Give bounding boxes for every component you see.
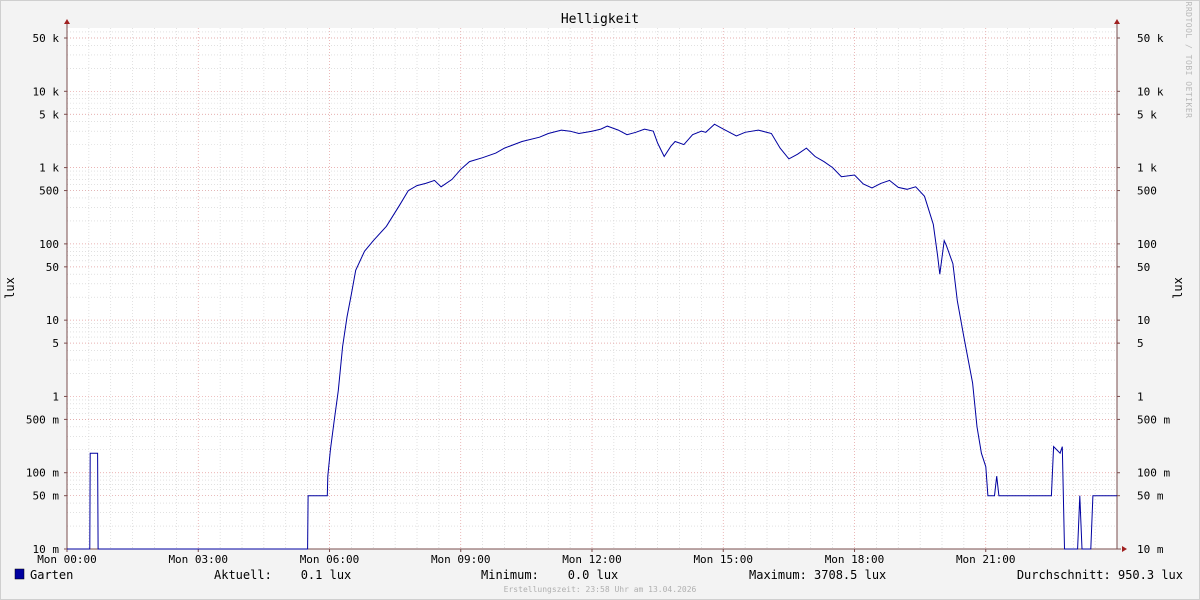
x-tick-label: Mon 06:00 bbox=[300, 553, 360, 566]
x-tick-label: Mon 21:00 bbox=[956, 553, 1016, 566]
y-axis-label-left: lux bbox=[3, 277, 17, 299]
y-tick-label-right: 1 bbox=[1137, 390, 1144, 403]
y-tick-label-right: 10 bbox=[1137, 314, 1150, 327]
legend-series-name: Garten bbox=[30, 568, 73, 582]
y-tick-label-right: 50 k bbox=[1137, 32, 1164, 45]
creation-time: Erstellungszeit: 23:58 Uhr am 13.04.2026 bbox=[504, 585, 697, 594]
legend-minimum: Minimum: 0.0 lux bbox=[481, 568, 618, 582]
legend-swatch bbox=[14, 568, 25, 580]
y-tick-label-left: 500 bbox=[39, 185, 59, 198]
y-tick-label-left: 1 k bbox=[39, 162, 59, 175]
y-tick-label-left: 1 bbox=[52, 390, 59, 403]
y-tick-label-right: 50 bbox=[1137, 261, 1150, 274]
legend-maximum: Maximum: 3708.5 lux bbox=[749, 568, 886, 582]
y-tick-label-left: 5 k bbox=[39, 108, 59, 121]
y-tick-label-left: 10 bbox=[46, 314, 59, 327]
y-tick-label-right: 100 bbox=[1137, 238, 1157, 251]
y-tick-label-right: 500 m bbox=[1137, 413, 1170, 426]
y-tick-label-left: 100 bbox=[39, 238, 59, 251]
brightness-chart: 50 k 50 k 10 k 10 k 5 k 5 k 1 k 1 k 500 500 100 100… bbox=[0, 0, 1200, 600]
y-tick-label-right: 100 m bbox=[1137, 467, 1170, 480]
y-tick-label-right: 5 k bbox=[1137, 108, 1157, 121]
x-tick-label: Mon 15:00 bbox=[693, 553, 753, 566]
y-tick-label-right: 10 k bbox=[1137, 85, 1164, 98]
y-tick-label-left: 500 m bbox=[26, 413, 59, 426]
x-tick-label: Mon 18:00 bbox=[825, 553, 885, 566]
y-tick-label-right: 5 bbox=[1137, 337, 1144, 350]
chart-title: Helligkeit bbox=[561, 12, 639, 27]
y-tick-label-left: 50 m bbox=[33, 490, 60, 503]
y-tick-label-left: 5 bbox=[52, 337, 59, 350]
y-tick-label-right: 500 bbox=[1137, 185, 1157, 198]
x-tick-label: Mon 12:00 bbox=[562, 553, 622, 566]
y-tick-label-left: 100 m bbox=[26, 467, 59, 480]
y-axis-label-right: lux bbox=[1171, 277, 1185, 299]
legend-current: Aktuell: 0.1 lux bbox=[214, 568, 351, 582]
rrdtool-watermark: RRDTOOL / TOBI OETIKER bbox=[1184, 2, 1193, 119]
y-tick-label-right: 50 m bbox=[1137, 490, 1164, 503]
y-tick-label-left: 50 k bbox=[33, 32, 60, 45]
x-tick-label: Mon 00:00 bbox=[37, 553, 97, 566]
x-tick-label: Mon 09:00 bbox=[431, 553, 491, 566]
y-tick-label-right: 10 m bbox=[1137, 543, 1164, 556]
x-tick-label: Mon 03:00 bbox=[168, 553, 228, 566]
y-tick-label-left: 10 k bbox=[33, 85, 60, 98]
y-tick-label-right: 1 k bbox=[1137, 162, 1157, 175]
legend-average: Durchschnitt: 950.3 lux bbox=[1017, 568, 1183, 582]
y-tick-label-left: 50 bbox=[46, 261, 59, 274]
